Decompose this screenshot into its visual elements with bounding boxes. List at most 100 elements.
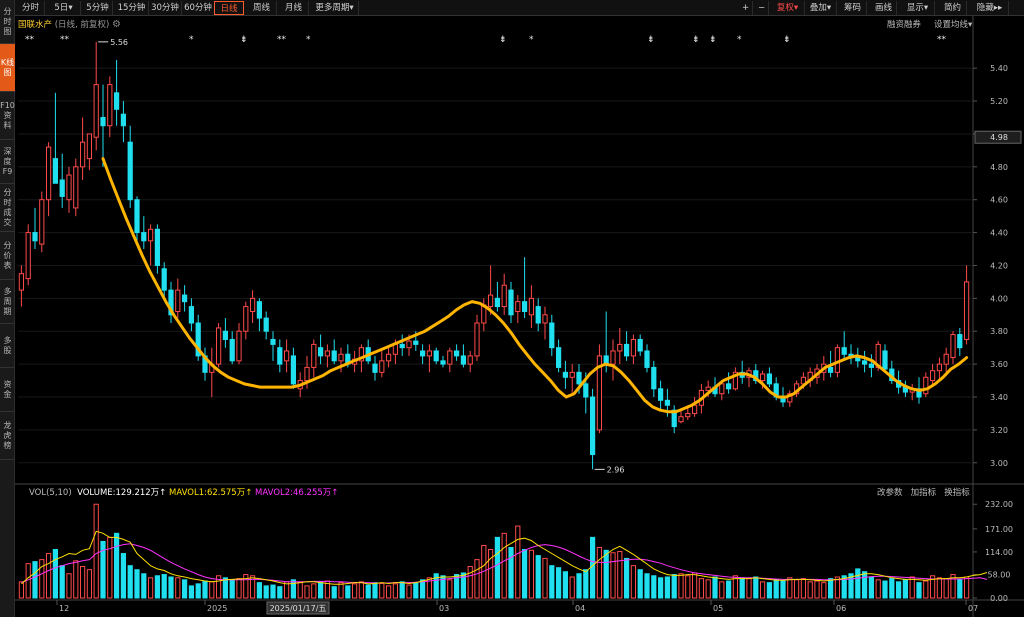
volume-bar-down [277, 586, 283, 599]
volume-bar-up [678, 573, 684, 599]
tab-intraday[interactable]: 分时 [17, 1, 45, 15]
candle-up [474, 322, 480, 357]
candle-up [950, 334, 956, 359]
sidebar-item-multi-period[interactable]: 多周期 [0, 280, 15, 324]
event-marker: ⇟ [692, 35, 700, 45]
sidebar-item-dragon-tiger[interactable]: 龙虎榜 [0, 412, 15, 460]
kline-svg[interactable]: 5.405.205.004.804.604.404.204.003.803.60… [15, 16, 1024, 617]
sidebar-item-depth[interactable]: 深度F9 [0, 140, 15, 184]
candle-down [535, 306, 541, 324]
candle-up [107, 84, 113, 127]
volume-bar-up [685, 575, 691, 599]
volume-bar-down [562, 571, 569, 599]
high-price-label: 5.56 [110, 38, 128, 47]
sidebar-item-intraday[interactable]: 分时图 [0, 0, 15, 44]
tab-15min[interactable]: 15分钟 [115, 1, 149, 15]
volume-tick-label: 171.00 [985, 525, 1013, 534]
volume-bar-down [637, 569, 643, 599]
candle-down [861, 360, 868, 365]
volume-bar-up [936, 577, 943, 599]
x-axis-label: 06 [836, 604, 846, 613]
sidebar-item-fund[interactable]: 资金 [0, 368, 15, 412]
x-axis-label: 05 [713, 604, 723, 613]
candle-down [549, 322, 555, 349]
chips-button[interactable]: 筹码 [839, 1, 867, 15]
sidebar-item-multi-stock[interactable]: 多股 [0, 324, 15, 368]
candle-up [304, 366, 310, 382]
sidebar-item-kline[interactable]: K线图 [0, 44, 15, 92]
tab-daily[interactable]: 日线 [214, 1, 244, 15]
candle-up [943, 353, 949, 365]
tab-weekly[interactable]: 周线 [247, 1, 277, 15]
candle-down [127, 141, 133, 201]
volume-bar-down [372, 582, 378, 599]
volume-bar-up [73, 560, 79, 599]
candle-up [759, 373, 766, 382]
zoom-in-button[interactable]: + [739, 1, 753, 15]
tab-60min[interactable]: 60分钟 [182, 1, 215, 15]
simple-button[interactable]: 简约 [939, 1, 967, 15]
candle-up [385, 353, 392, 362]
tab-5min[interactable]: 5分钟 [83, 1, 113, 15]
event-marker: ⇟ [783, 35, 791, 45]
display-button[interactable]: 显示▾ [901, 1, 935, 15]
tab-more-periods[interactable]: 更多周期▾ [311, 1, 359, 15]
volume-bar-up [86, 569, 93, 599]
volume-tick-label: 232.00 [985, 500, 1013, 509]
candle-up [175, 289, 181, 313]
volume-tick-label: 114.00 [985, 548, 1013, 557]
volume-bar-up [515, 525, 521, 599]
current-price-label: 4.98 [990, 133, 1008, 142]
candle-down [331, 350, 337, 362]
sidebar-item-label: 多股 [3, 335, 12, 355]
price-tick-label: 4.40 [990, 229, 1008, 238]
period-toolbar: 分时 5日▾ 5分钟 15分钟 30分钟 60分钟 日线 周线 月线 更多周期▾… [15, 0, 1024, 16]
candle-down [419, 350, 426, 357]
candle-up [617, 343, 623, 352]
sidebar-item-trades[interactable]: 分时成交 [0, 184, 15, 232]
candle-up [338, 353, 344, 362]
volume-bar-up [304, 585, 310, 599]
candle-up [324, 350, 331, 357]
candle-up [79, 141, 86, 168]
sidebar-item-f10[interactable]: F10资料 [0, 92, 15, 140]
tab-label: 更多周期 [315, 3, 350, 13]
volume-bar-up [943, 578, 949, 599]
candle-down [270, 338, 276, 345]
candle-up [86, 133, 93, 160]
hide-button[interactable]: 隐藏▸▸ [971, 1, 1009, 15]
candle-down [113, 92, 120, 110]
volume-bar-down [549, 565, 555, 599]
volume-bar-down [331, 586, 337, 599]
draw-line-button[interactable]: 画线 [871, 1, 897, 15]
volume-bar-up [759, 581, 766, 599]
volume-bar-up [705, 579, 711, 599]
candle-down [494, 297, 501, 308]
candle-up [392, 343, 399, 355]
event-marker: * [189, 35, 194, 45]
tab-5day[interactable]: 5日▾ [47, 1, 81, 15]
volume-bar-down [181, 579, 188, 599]
candle-down [229, 338, 235, 362]
price-tick-label: 4.80 [990, 163, 1008, 172]
volume-bar-down [882, 580, 888, 599]
volume-bar-down [664, 576, 671, 599]
candle-up [18, 273, 25, 291]
event-marker: ** [277, 35, 287, 45]
candle-up [936, 363, 943, 372]
candle-up [630, 338, 637, 357]
volume-bar-down [270, 584, 276, 599]
candle-up [426, 350, 433, 357]
adjust-button[interactable]: 复权▾ [771, 1, 805, 15]
overlay-button[interactable]: 叠加▾ [805, 1, 837, 15]
sidebar-item-label: 资金 [3, 379, 12, 399]
volume-bar-down [161, 574, 167, 599]
event-marker: ⇟ [647, 35, 655, 45]
zoom-out-button[interactable]: − [755, 1, 769, 15]
volume-bar-down [725, 580, 732, 599]
tab-monthly[interactable]: 月线 [279, 1, 309, 15]
tab-30min[interactable]: 30分钟 [149, 1, 182, 15]
volume-bar-up [18, 581, 25, 599]
sidebar-item-price-table[interactable]: 分价表 [0, 232, 15, 280]
volume-bar-up [209, 581, 215, 599]
